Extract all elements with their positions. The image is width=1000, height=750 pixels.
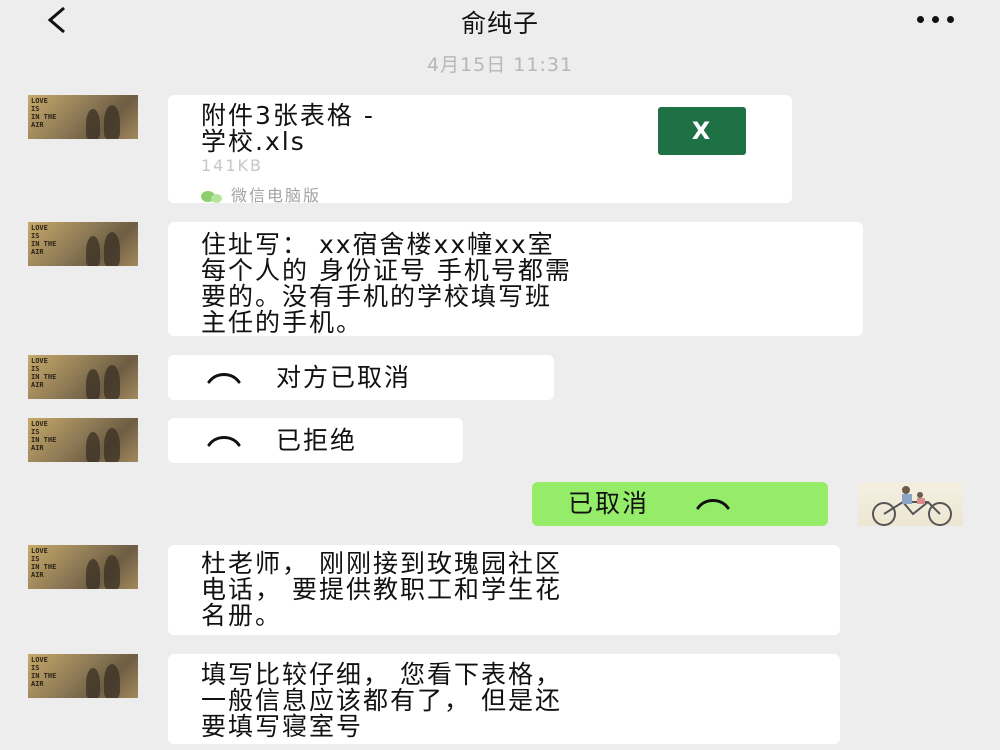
file-message-bubble[interactable]: 附件3张表格 - 学校.xls 141KB 微信电脑版 X xyxy=(168,95,792,205)
call-message-bubble[interactable]: 已拒绝 xyxy=(168,418,463,463)
file-name: 附件3张表格 - 学校.xls xyxy=(201,101,375,156)
contact-avatar[interactable]: LOVE IS IN THE AIR xyxy=(28,222,138,266)
text-message-bubble[interactable]: 填写比较仔细， 您看下表格， 一般信息应该都有了， 但是还 要填写寝室号 xyxy=(168,654,840,744)
contact-avatar[interactable]: LOVE IS IN THE AIR xyxy=(28,355,138,399)
text-message-bubble[interactable]: 住址写： xx宿舍楼xx幢xx室 每个人的 身份证号 手机号都需 要的。没有手机… xyxy=(168,222,863,336)
phone-hangup-icon xyxy=(696,499,730,510)
call-message-bubble-self[interactable]: 已取消 xyxy=(532,482,828,526)
ellipsis-icon xyxy=(917,16,924,23)
contact-avatar[interactable]: LOVE IS IN THE AIR xyxy=(28,95,138,139)
phone-hangup-icon xyxy=(207,373,241,384)
contact-avatar[interactable]: LOVE IS IN THE AIR xyxy=(28,654,138,698)
wechat-icon xyxy=(201,189,225,203)
file-size: 141KB xyxy=(201,156,264,175)
call-status-text: 对方已取消 xyxy=(276,363,412,392)
contact-avatar[interactable]: LOVE IS IN THE AIR xyxy=(28,418,138,462)
chat-header: 俞纯子 xyxy=(0,0,1000,42)
file-source: 微信电脑版 xyxy=(201,183,321,209)
cyclist-icon xyxy=(872,486,952,526)
text-message-bubble[interactable]: 杜老师， 刚刚接到玫瑰园社区 电话， 要提供教职工和学生花 名册。 xyxy=(168,545,840,635)
call-status-text: 已取消 xyxy=(568,489,650,518)
excel-file-icon: X xyxy=(658,107,746,155)
contact-avatar[interactable]: LOVE IS IN THE AIR xyxy=(28,545,138,589)
chat-title: 俞纯子 xyxy=(460,9,539,38)
more-options-button[interactable] xyxy=(917,16,954,23)
message-timestamp: 4月15日 11:31 xyxy=(426,54,574,76)
call-status-text: 已拒绝 xyxy=(276,426,358,455)
my-avatar[interactable] xyxy=(858,482,963,526)
call-message-bubble[interactable]: 对方已取消 xyxy=(168,355,554,400)
phone-hangup-icon xyxy=(207,436,241,447)
